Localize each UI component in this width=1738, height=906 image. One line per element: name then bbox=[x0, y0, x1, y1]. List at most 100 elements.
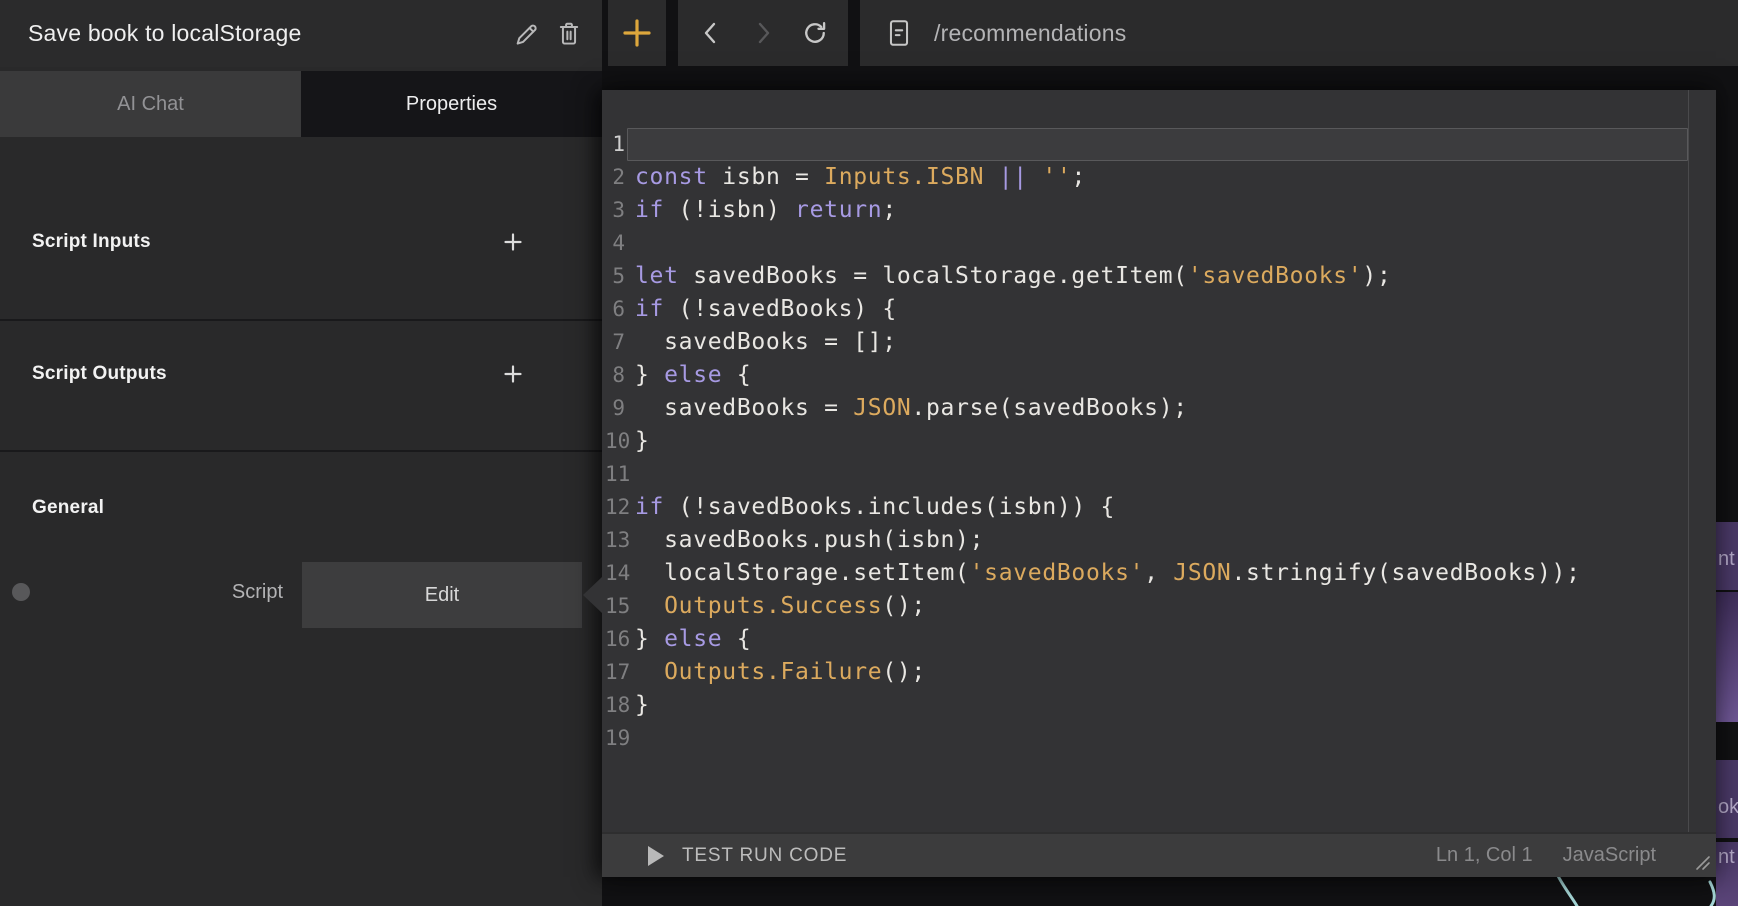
code-line-19[interactable]: 19 bbox=[602, 722, 1716, 755]
line-number: 19 bbox=[602, 722, 625, 755]
properties-panel: Save book to localStorage AI Cha bbox=[0, 0, 602, 906]
delete-workflow-button[interactable] bbox=[548, 13, 590, 55]
add-node-button[interactable] bbox=[608, 0, 666, 66]
workflow-node-fragment[interactable]: nt bbox=[1716, 522, 1738, 590]
plus-icon bbox=[504, 365, 522, 383]
code-line-11[interactable]: 11 bbox=[602, 458, 1716, 491]
page-path: /recommendations bbox=[934, 20, 1126, 47]
code-line-18[interactable]: 18} bbox=[602, 689, 1716, 722]
node-fragment-label: nt bbox=[1718, 548, 1735, 570]
line-number: 3 bbox=[602, 194, 625, 227]
panel-tabs: AI Chat Properties bbox=[0, 71, 602, 137]
line-content: localStorage.setItem('savedBooks', JSON.… bbox=[627, 557, 1688, 590]
code-line-7[interactable]: 7 savedBooks = []; bbox=[602, 326, 1716, 359]
workflow-title: Save book to localStorage bbox=[28, 20, 506, 47]
browser-nav-group bbox=[678, 0, 848, 66]
chevron-right-icon bbox=[751, 19, 775, 47]
line-content: let savedBooks = localStorage.getItem('s… bbox=[627, 260, 1688, 293]
code-line-6[interactable]: 6if (!savedBooks) { bbox=[602, 293, 1716, 326]
add-script-input-button[interactable] bbox=[501, 230, 525, 254]
line-content bbox=[627, 458, 1688, 491]
chevron-left-icon bbox=[699, 19, 723, 47]
test-run-code-button[interactable]: TEST RUN CODE bbox=[648, 845, 847, 867]
code-line-2[interactable]: 2const isbn = Inputs.ISBN || ''; bbox=[602, 161, 1716, 194]
pencil-icon bbox=[513, 20, 541, 48]
line-number: 8 bbox=[602, 359, 625, 392]
workflow-node-fragment[interactable]: ok bbox=[1716, 760, 1738, 838]
line-number: 11 bbox=[602, 458, 625, 491]
line-number: 6 bbox=[602, 293, 625, 326]
code-line-16[interactable]: 16} else { bbox=[602, 623, 1716, 656]
script-property-dot bbox=[12, 583, 30, 601]
node-fragment-label: nt bbox=[1718, 846, 1735, 868]
plus-icon bbox=[504, 233, 522, 251]
line-number: 12 bbox=[602, 491, 625, 524]
editor-scrollbar-track[interactable] bbox=[1688, 90, 1689, 832]
play-icon bbox=[648, 846, 664, 866]
code-line-17[interactable]: 17 Outputs.Failure(); bbox=[602, 656, 1716, 689]
line-content: if (!savedBooks) { bbox=[627, 293, 1688, 326]
tab-ai-chat-label: AI Chat bbox=[117, 93, 184, 116]
tab-properties-label: Properties bbox=[406, 93, 497, 116]
line-content: } bbox=[627, 425, 1688, 458]
code-line-9[interactable]: 9 savedBooks = JSON.parse(savedBooks); bbox=[602, 392, 1716, 425]
line-number: 10 bbox=[602, 425, 625, 458]
section-divider bbox=[0, 450, 602, 452]
code-line-4[interactable]: 4 bbox=[602, 227, 1716, 260]
script-property-label: Script bbox=[100, 581, 283, 604]
script-editor-popover: 12const isbn = Inputs.ISBN || '';3if (!i… bbox=[602, 90, 1716, 877]
section-general: General bbox=[32, 497, 104, 519]
code-line-8[interactable]: 8} else { bbox=[602, 359, 1716, 392]
line-content bbox=[627, 128, 1688, 161]
line-content bbox=[627, 227, 1688, 260]
page-selector[interactable]: /recommendations bbox=[860, 0, 1738, 66]
code-line-1[interactable]: 1 bbox=[602, 128, 1716, 161]
refresh-button[interactable] bbox=[802, 20, 828, 46]
trash-icon bbox=[555, 20, 583, 48]
section-script-outputs: Script Outputs bbox=[32, 363, 167, 385]
edit-script-button-label: Edit bbox=[425, 584, 459, 607]
line-content: } else { bbox=[627, 359, 1688, 392]
line-content bbox=[627, 722, 1688, 755]
code-line-3[interactable]: 3if (!isbn) return; bbox=[602, 194, 1716, 227]
line-content: if (!isbn) return; bbox=[627, 194, 1688, 227]
line-number: 2 bbox=[602, 161, 625, 194]
edit-script-button[interactable]: Edit bbox=[302, 562, 582, 628]
code-editor[interactable]: 12const isbn = Inputs.ISBN || '';3if (!i… bbox=[602, 90, 1716, 832]
line-number: 1 bbox=[602, 128, 625, 161]
node-fragment-label: ok bbox=[1718, 796, 1738, 818]
line-content: savedBooks = []; bbox=[627, 326, 1688, 359]
panel-header: Save book to localStorage bbox=[0, 0, 602, 67]
popover-arrow bbox=[583, 577, 602, 613]
code-line-14[interactable]: 14 localStorage.setItem('savedBooks', JS… bbox=[602, 557, 1716, 590]
add-script-output-button[interactable] bbox=[501, 362, 525, 386]
line-content: Outputs.Success(); bbox=[627, 590, 1688, 623]
code-line-5[interactable]: 5let savedBooks = localStorage.getItem('… bbox=[602, 260, 1716, 293]
line-content: const isbn = Inputs.ISBN || ''; bbox=[627, 161, 1688, 194]
line-number: 16 bbox=[602, 623, 625, 656]
resize-handle[interactable] bbox=[1693, 853, 1711, 871]
workflow-node-fragment[interactable] bbox=[1716, 592, 1738, 722]
line-number: 9 bbox=[602, 392, 625, 425]
line-content: savedBooks.push(isbn); bbox=[627, 524, 1688, 557]
plus-icon bbox=[622, 18, 652, 48]
editor-status-bar: TEST RUN CODE Ln 1, Col 1 JavaScript bbox=[602, 832, 1716, 877]
language-indicator[interactable]: JavaScript bbox=[1563, 844, 1656, 867]
line-content: if (!savedBooks.includes(isbn)) { bbox=[627, 491, 1688, 524]
tab-ai-chat[interactable]: AI Chat bbox=[0, 71, 301, 137]
code-line-13[interactable]: 13 savedBooks.push(isbn); bbox=[602, 524, 1716, 557]
code-line-10[interactable]: 10} bbox=[602, 425, 1716, 458]
line-content: } else { bbox=[627, 623, 1688, 656]
edit-title-button[interactable] bbox=[506, 13, 548, 55]
line-number: 14 bbox=[602, 557, 625, 590]
section-script-inputs: Script Inputs bbox=[32, 231, 151, 253]
line-number: 4 bbox=[602, 227, 625, 260]
forward-button[interactable] bbox=[750, 20, 776, 46]
line-number: 13 bbox=[602, 524, 625, 557]
line-content: Outputs.Failure(); bbox=[627, 656, 1688, 689]
tab-properties[interactable]: Properties bbox=[301, 71, 602, 137]
code-line-15[interactable]: 15 Outputs.Success(); bbox=[602, 590, 1716, 623]
back-button[interactable] bbox=[698, 20, 724, 46]
test-run-code-label: TEST RUN CODE bbox=[682, 845, 847, 867]
code-line-12[interactable]: 12if (!savedBooks.includes(isbn)) { bbox=[602, 491, 1716, 524]
